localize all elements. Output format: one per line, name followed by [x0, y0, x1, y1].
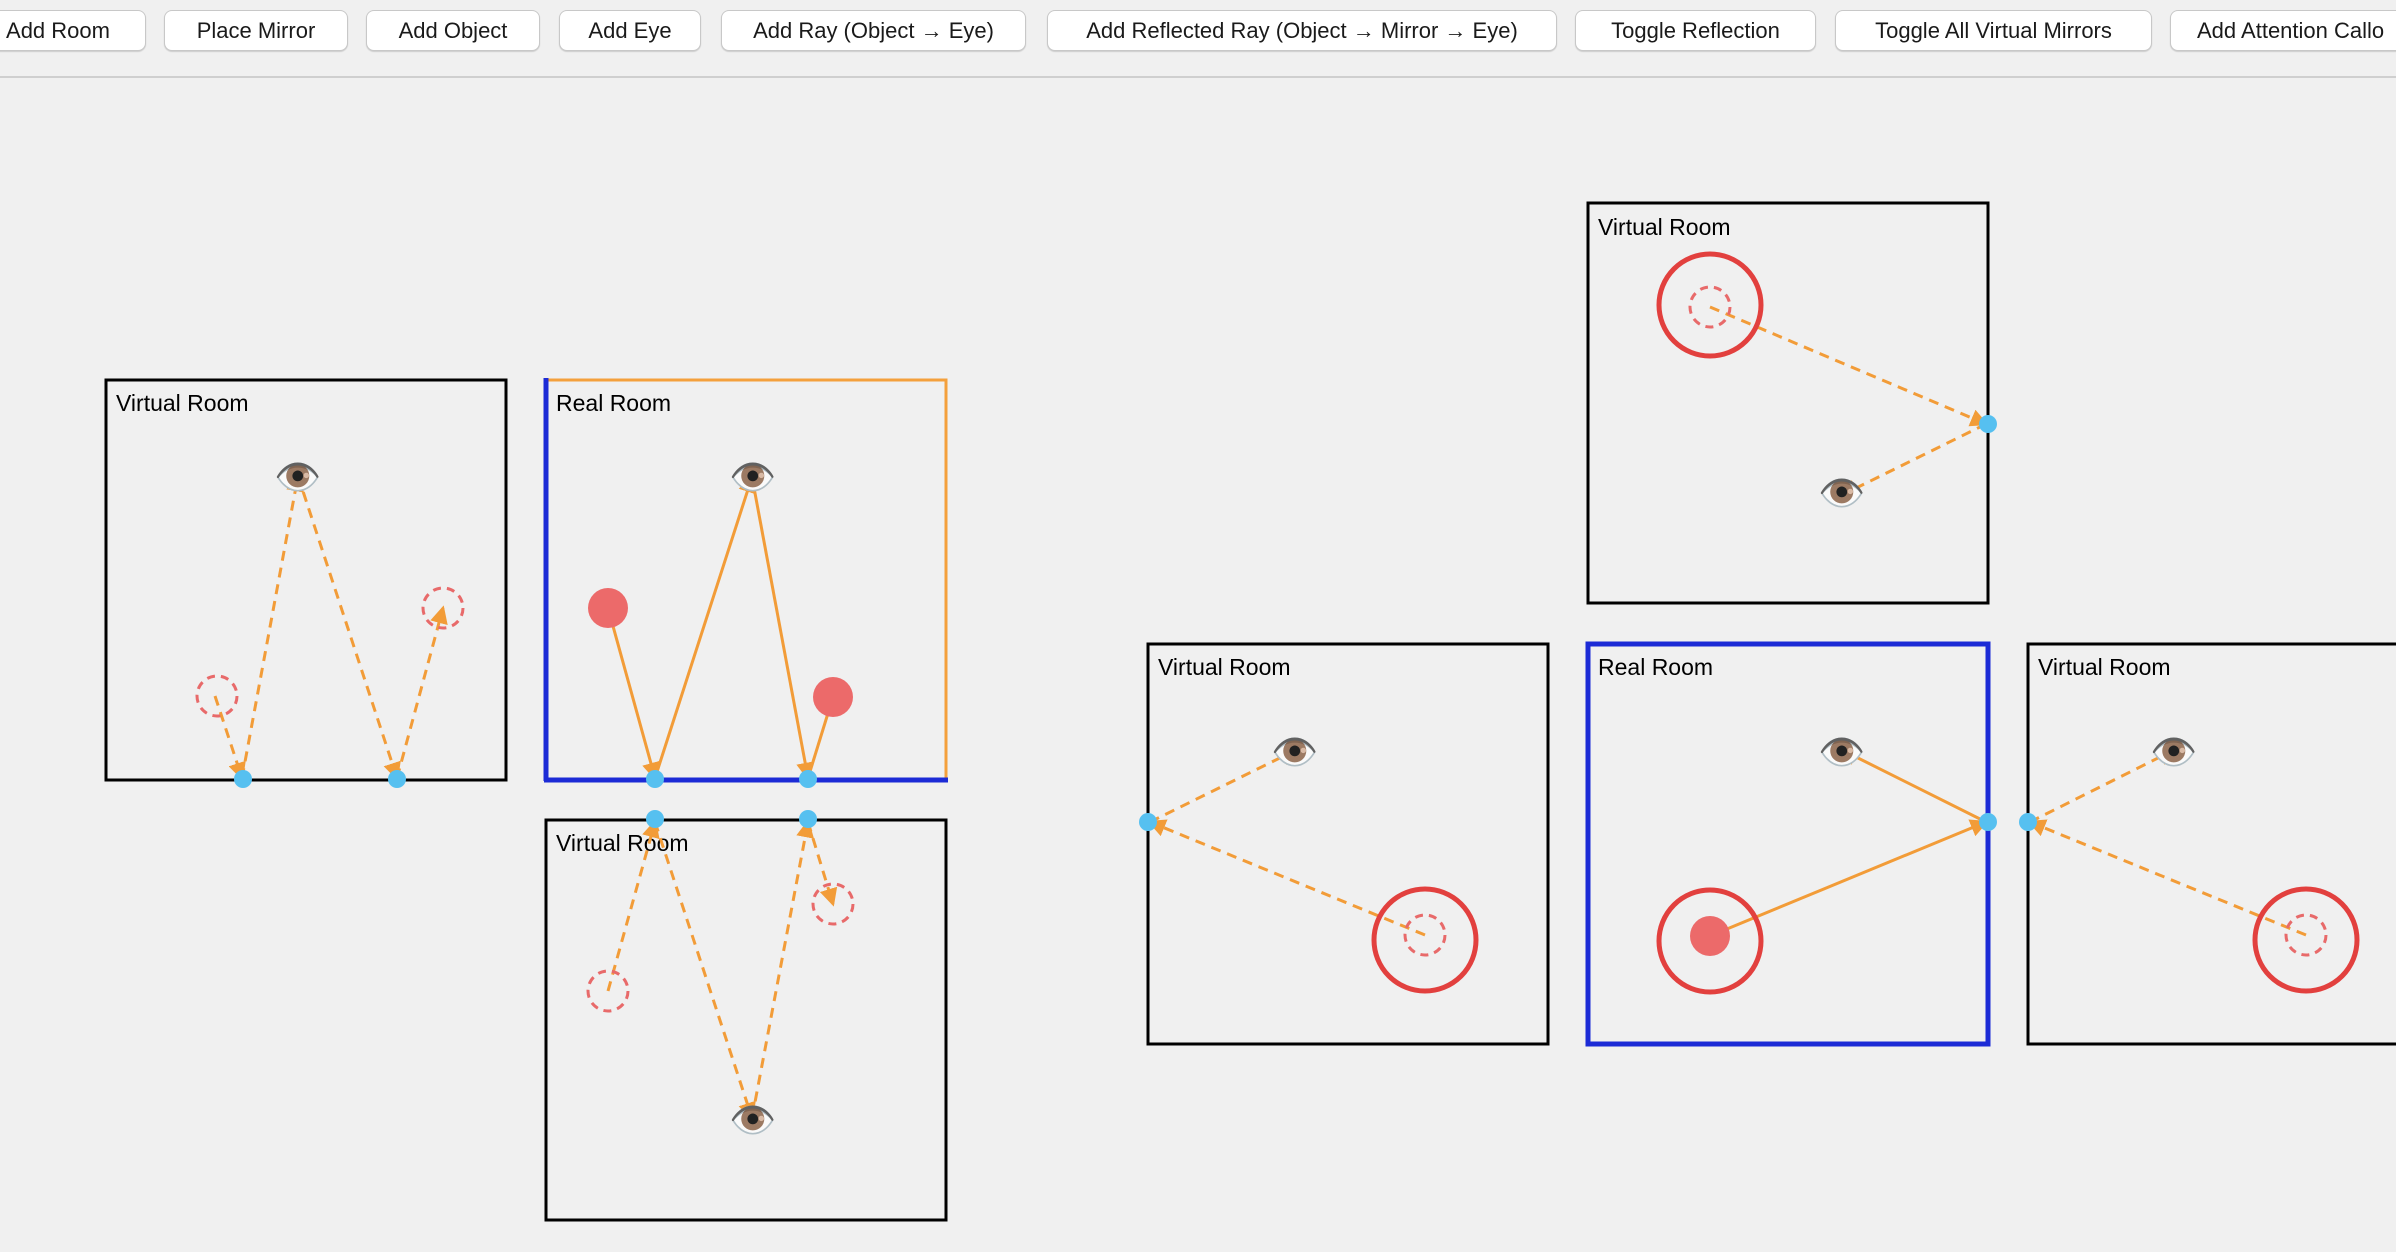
eye-icon[interactable]: 👁️: [729, 1098, 776, 1142]
eye-icon[interactable]: 👁️: [1818, 730, 1865, 774]
reflection-point-dot[interactable]: [388, 770, 406, 788]
add-object-button[interactable]: Add Object: [366, 10, 540, 51]
virtual-object[interactable]: [195, 674, 239, 718]
ray-path: [606, 819, 838, 1121]
reflection-point-dot[interactable]: [646, 770, 664, 788]
eye-icon[interactable]: 👁️: [274, 455, 321, 499]
virtual-room-top[interactable]: Virtual Room 👁️: [1586, 201, 1997, 605]
real-room-right[interactable]: Real Room 👁️: [1585, 641, 1997, 1047]
place-mirror-button[interactable]: Place Mirror: [164, 10, 348, 51]
attention-circle[interactable]: [2252, 886, 2360, 994]
reflection-point-dot[interactable]: [646, 810, 664, 828]
virtual-room-middle-left[interactable]: Virtual Room 👁️: [1139, 642, 1550, 1046]
add-reflected-ray-button[interactable]: Add Reflected Ray (Object → Mirror → Eye…: [1047, 10, 1557, 51]
reflection-point-dot[interactable]: [799, 770, 817, 788]
reflection-point-dot[interactable]: [799, 810, 817, 828]
toolbar: Add Room Place Mirror Add Object Add Eye…: [0, 0, 2396, 78]
reflection-point-dot[interactable]: [1139, 813, 1157, 831]
reflection-point-dot[interactable]: [1979, 415, 1997, 433]
virtual-room-bottom[interactable]: Virtual Room 👁️: [544, 810, 948, 1222]
room-label: Real Room: [1598, 654, 1713, 680]
eye-icon[interactable]: 👁️: [1818, 471, 1865, 515]
attention-circle[interactable]: [1371, 886, 1479, 994]
object-dot[interactable]: [1690, 916, 1730, 956]
eye-icon[interactable]: 👁️: [729, 455, 776, 499]
room-label: Real Room: [556, 390, 671, 416]
scene-canvas[interactable]: Virtual Room 👁️ Real Room 👁️ Virtual Roo…: [0, 78, 2396, 1252]
eye-icon[interactable]: 👁️: [2150, 730, 2197, 774]
toggle-all-virtual-mirrors-button[interactable]: Toggle All Virtual Mirrors: [1835, 10, 2152, 51]
virtual-room-middle-right[interactable]: Virtual Room 👁️: [2019, 642, 2396, 1046]
eye-icon[interactable]: 👁️: [1271, 730, 1318, 774]
reflection-point-dot[interactable]: [1979, 813, 1997, 831]
room-label: Virtual Room: [116, 390, 249, 416]
ray-path: [213, 473, 448, 781]
room-label: Virtual Room: [1158, 654, 1291, 680]
real-room-left[interactable]: Real Room 👁️: [234, 378, 948, 788]
object-dot[interactable]: [588, 588, 628, 628]
add-ray-button[interactable]: Add Ray (Object → Eye): [721, 10, 1026, 51]
room-label: Virtual Room: [1598, 214, 1731, 240]
add-attention-callout-button[interactable]: Add Attention Callo: [2170, 10, 2396, 51]
room-label: Virtual Room: [556, 830, 689, 856]
ray-path: [606, 474, 838, 781]
reflection-point-dot[interactable]: [234, 770, 252, 788]
add-eye-button[interactable]: Add Eye: [559, 10, 701, 51]
object-dot[interactable]: [813, 677, 853, 717]
toggle-reflection-button[interactable]: Toggle Reflection: [1575, 10, 1816, 51]
reflection-point-dot[interactable]: [2019, 813, 2037, 831]
attention-circle[interactable]: [1656, 251, 1764, 359]
room-label: Virtual Room: [2038, 654, 2171, 680]
virtual-room-left[interactable]: Virtual Room 👁️: [104, 378, 508, 782]
add-room-button[interactable]: Add Room: [0, 10, 146, 51]
